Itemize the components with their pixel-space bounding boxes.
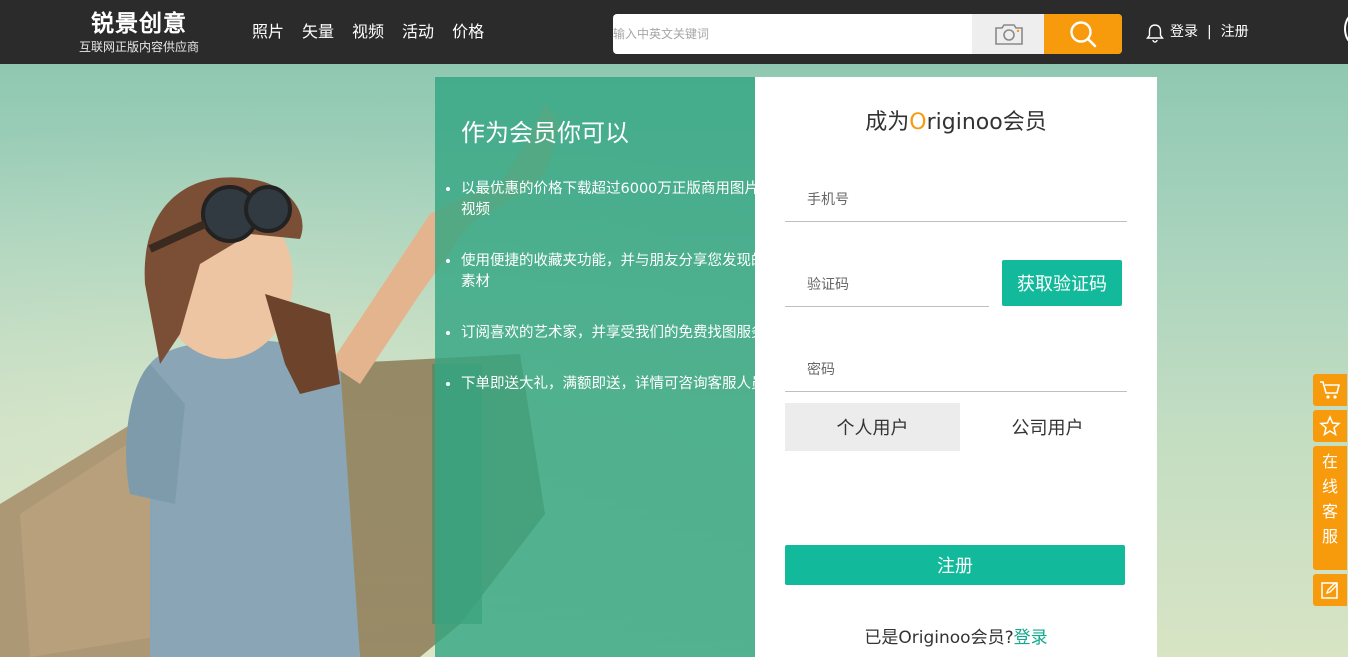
benefit-item: 下单即送大礼，满额即送，详情可咨询客服人员 (461, 374, 775, 395)
nav-events[interactable]: 活动 (402, 21, 434, 43)
corner-circle-icon (1344, 13, 1348, 45)
service-char: 在 (1321, 452, 1338, 471)
nav-vectors[interactable]: 矢量 (302, 21, 334, 43)
side-feedback-button[interactable] (1313, 574, 1347, 606)
camera-icon (995, 24, 1023, 45)
nav-pricing[interactable]: 价格 (452, 21, 484, 43)
nav-videos[interactable]: 视频 (352, 21, 384, 43)
cart-icon (1320, 381, 1341, 399)
service-char: 客 (1321, 502, 1338, 521)
side-cart-button[interactable] (1313, 374, 1347, 406)
side-online-service-button[interactable]: 在 线 客 服 (1313, 446, 1347, 570)
form-title-brand-rest: riginoo会员 (926, 110, 1047, 135)
login-hint: 已是Originoo会员?登录 (755, 623, 1157, 648)
get-code-button[interactable]: 获取验证码 (1002, 260, 1122, 306)
already-member-text: 已是Originoo会员? (864, 628, 1014, 648)
benefits-title: 作为会员你可以 (461, 119, 629, 147)
top-header: 锐景创意 互联网正版内容供应商 照片 矢量 视频 活动 价格 登录 | (0, 0, 1348, 64)
auth-links: 登录 | 注册 (1170, 23, 1249, 41)
side-favorites-button[interactable] (1313, 410, 1347, 442)
service-char: 服 (1321, 527, 1338, 546)
logo-title: 锐景创意 (91, 11, 187, 37)
form-title-prefix: 成为 (865, 110, 910, 135)
benefit-item: 使用便捷的收藏夹功能，并与朋友分享您发现的素材 (461, 251, 775, 293)
password-input[interactable] (785, 348, 1127, 392)
benefit-item: 订阅喜欢的艺术家，并享受我们的免费找图服务 (461, 323, 775, 344)
search-icon (1070, 21, 1097, 48)
nav-photos[interactable]: 照片 (252, 21, 284, 43)
register-form: 成为Originoo会员 获取验证码 个人用户 公司用户 注册 已是Origin… (755, 77, 1157, 657)
tab-personal-user[interactable]: 个人用户 (785, 403, 960, 451)
header-register-link[interactable]: 注册 (1221, 23, 1249, 41)
edit-icon (1321, 582, 1338, 599)
auth-separator: | (1207, 24, 1212, 40)
logo[interactable]: 锐景创意 互联网正版内容供应商 (72, 10, 206, 55)
main-nav: 照片 矢量 视频 活动 价格 (252, 21, 484, 43)
form-title: 成为Originoo会员 (755, 107, 1157, 139)
register-button[interactable]: 注册 (785, 545, 1125, 585)
search-box (613, 14, 1122, 54)
image-search-button[interactable] (972, 14, 1044, 54)
member-benefits-panel: 作为会员你可以 以最优惠的价格下载超过6000万正版商用图片和视频 使用便捷的收… (435, 77, 773, 657)
benefit-item: 以最优惠的价格下载超过6000万正版商用图片和视频 (461, 179, 775, 221)
service-char: 线 (1321, 477, 1338, 496)
bell-icon[interactable] (1146, 23, 1164, 43)
logo-subtitle: 互联网正版内容供应商 (78, 40, 199, 54)
phone-input[interactable] (785, 178, 1127, 222)
form-login-link[interactable]: 登录 (1014, 628, 1048, 648)
search-button[interactable] (1044, 14, 1122, 54)
star-icon (1319, 415, 1341, 437)
search-input[interactable] (613, 14, 971, 54)
verification-code-input[interactable] (785, 263, 989, 307)
form-title-brand-initial: O (909, 110, 927, 135)
header-login-link[interactable]: 登录 (1170, 23, 1198, 41)
tab-company-user[interactable]: 公司用户 (960, 403, 1135, 451)
benefits-list: 以最优惠的价格下载超过6000万正版商用图片和视频 使用便捷的收藏夹功能，并与朋… (443, 179, 775, 425)
